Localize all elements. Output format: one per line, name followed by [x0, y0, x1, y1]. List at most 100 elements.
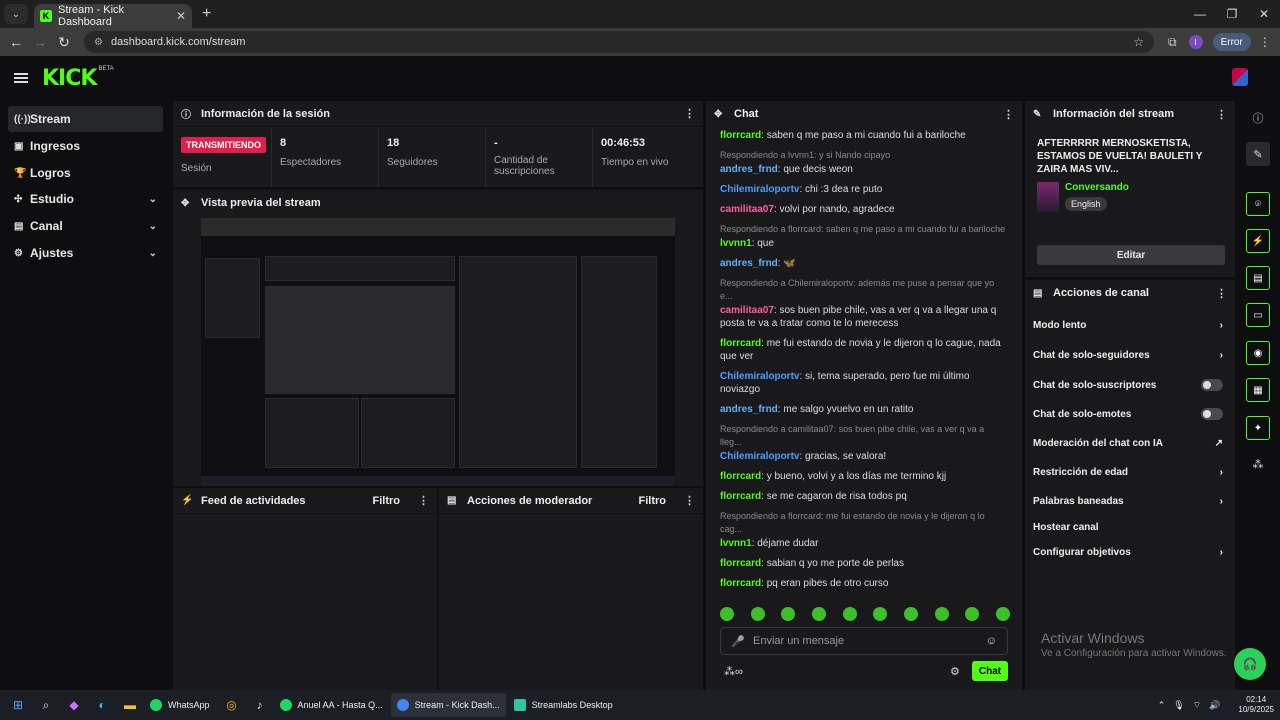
chat-message[interactable]: Chilemiraloportv: chi :3 dea re puto [720, 183, 1008, 196]
chat-message[interactable]: florrcard: y bueno, volvi y a los días m… [720, 470, 1008, 483]
panel-menu-icon[interactable]: ⋮ [1216, 287, 1227, 300]
address-bar[interactable]: ⚙ dashboard.kick.com/stream ☆ [84, 31, 1154, 53]
taskbar-streamlabs[interactable]: Streamlabs Desktop [508, 693, 619, 717]
panel-menu-icon[interactable]: ⋮ [1216, 108, 1227, 121]
chat-username[interactable]: lvvnn1 [720, 538, 752, 549]
slow-mode-item[interactable]: Modo lento › [1033, 320, 1223, 331]
restore-icon[interactable]: ❐ [1216, 7, 1248, 21]
category-name[interactable]: Conversando [1065, 182, 1129, 193]
tray-chevron-icon[interactable]: ⌃ [1158, 700, 1166, 711]
lightning-icon[interactable]: ⚡ [1246, 229, 1270, 253]
emote-icon[interactable] [811, 607, 826, 621]
wrench-icon[interactable]: ✦ [1246, 416, 1270, 440]
chat-message-list[interactable]: florrcard: saben q me paso a mi cuando f… [706, 127, 1022, 597]
chat-username[interactable]: lvvnn1 [720, 238, 752, 249]
panel-menu-icon[interactable]: ⋮ [684, 107, 695, 120]
chat-username[interactable]: florrcard [720, 130, 761, 141]
support-headset-icon[interactable]: 🎧 [1234, 648, 1266, 680]
new-tab-icon[interactable]: + [202, 5, 211, 23]
chat-message[interactable]: Respondiendo a camilitaa07: sos buen pib… [720, 423, 1008, 463]
extensions-icon[interactable]: ⧉ [1168, 35, 1177, 50]
filter-button[interactable]: Filtro [639, 495, 667, 507]
clock[interactable]: 02:14 10/9/2025 [1238, 695, 1274, 715]
kick-points-icon[interactable]: ⁂∞ [724, 665, 743, 678]
taskbar-whatsapp[interactable]: WhatsApp [144, 693, 216, 717]
emote-icon[interactable] [995, 607, 1010, 621]
chat-bubble-icon[interactable]: ▭ [1246, 303, 1270, 327]
emote-icon[interactable] [720, 607, 734, 621]
sidebar-item-stream[interactable]: ((·)) Stream [8, 106, 163, 132]
copilot-icon[interactable]: ◆ [60, 693, 88, 717]
hamburger-menu-icon[interactable] [14, 73, 28, 83]
chat-username[interactable]: andres_frnd [720, 164, 778, 175]
chat-message[interactable]: florrcard: saben q me paso a mi cuando f… [720, 129, 1008, 142]
back-icon[interactable]: ← [4, 34, 28, 50]
chat-message[interactable]: Respondiendo a florrcard: saben q me pas… [720, 223, 1008, 250]
sidebar-item-ingresos[interactable]: ▣ Ingresos [8, 133, 163, 159]
windows-start-icon[interactable]: ⊞ [4, 693, 32, 717]
error-button[interactable]: Error [1212, 33, 1251, 51]
emotes-only-toggle[interactable] [1201, 408, 1223, 420]
emote-icon[interactable] [873, 607, 888, 621]
chat-username[interactable]: camilitaa07 [720, 204, 774, 215]
chat-message[interactable]: Respondiendo a Chilemiraloportv: además … [720, 277, 1008, 330]
info-icon[interactable]: ⓘ [1246, 106, 1270, 130]
banned-words-item[interactable]: Palabras baneadas › [1033, 496, 1223, 507]
file-explorer-icon[interactable]: ▬ [116, 693, 144, 717]
document-icon[interactable]: ▤ [1246, 266, 1270, 290]
user-avatar[interactable] [1232, 68, 1248, 86]
browser-menu-icon[interactable]: ⋮ [1259, 35, 1271, 49]
close-window-icon[interactable]: ✕ [1248, 7, 1280, 21]
chat-message[interactable]: florrcard: pq eran pibes de otro curso [720, 577, 1008, 590]
emoji-icon[interactable]: ☺ [986, 635, 997, 647]
wifi-icon[interactable]: ⌔ [1193, 700, 1201, 711]
pencil-icon[interactable]: ✎ [1246, 142, 1270, 166]
filter-button[interactable]: Filtro [373, 495, 401, 507]
chat-message[interactable]: camilitaa07: volvi por nando, agradece [720, 203, 1008, 216]
emote-icon[interactable] [903, 607, 918, 621]
ai-moderation-item[interactable]: Moderación del chat con IA ↗ [1033, 438, 1223, 449]
emote-icon[interactable] [965, 607, 980, 621]
volume-icon[interactable]: 🔊 [1209, 700, 1220, 711]
chat-message[interactable]: andres_frnd: 🦋 [720, 257, 1008, 270]
panel-menu-icon[interactable]: ⋮ [1003, 108, 1014, 121]
edge-icon[interactable]: ◐ [88, 693, 116, 717]
chat-message[interactable]: florrcard: me fui estando de novia y le … [720, 337, 1008, 363]
taskbar-spotify[interactable]: Anuel AA - Hasta Q... [274, 693, 389, 717]
panel-menu-icon[interactable]: ⋮ [684, 494, 695, 507]
set-goals-item[interactable]: Configurar objetivos › [1033, 547, 1223, 558]
chat-username[interactable]: florrcard [720, 471, 761, 482]
chat-settings-icon[interactable]: ⚙ [950, 665, 960, 678]
forward-icon[interactable]: → [28, 34, 52, 50]
subscribers-only-toggle[interactable] [1201, 379, 1223, 391]
chat-message[interactable]: andres_frnd: me salgo yvuelvo en un rati… [720, 403, 1008, 416]
chat-username[interactable]: florrcard [720, 491, 761, 502]
emote-icon[interactable] [750, 607, 765, 621]
chat-message[interactable]: florrcard: sabian q yo me porte de perla… [720, 557, 1008, 570]
age-restriction-item[interactable]: Restricción de edad › [1033, 467, 1223, 478]
sidebar-item-canal[interactable]: ▤ Canal ⌄ [8, 213, 163, 239]
chat-username[interactable]: andres_frnd [720, 404, 778, 415]
chat-username[interactable]: florrcard [720, 338, 761, 349]
sidebar-item-estudio[interactable]: ✣ Estudio ⌄ [8, 186, 163, 212]
chat-message[interactable]: Respondiendo a florrcard: me fui estando… [720, 510, 1008, 550]
followers-only-item[interactable]: Chat de solo-seguidores › [1033, 350, 1223, 361]
chrome-icon[interactable]: ◎ [218, 693, 246, 717]
chat-username[interactable]: Chilemiraloportv [720, 371, 799, 382]
chat-username[interactable]: camilitaa07 [720, 305, 774, 316]
clip-icon[interactable]: ⌾ [1246, 192, 1270, 216]
send-chat-button[interactable]: Chat [972, 661, 1008, 681]
edit-stream-button[interactable]: Editar [1037, 245, 1225, 265]
stream-preview-video[interactable] [201, 218, 675, 486]
chat-input[interactable]: 🎤 Enviar un mensaje ☺ [720, 627, 1008, 655]
bookmark-star-icon[interactable]: ☆ [1133, 35, 1144, 49]
minimize-icon[interactable]: — [1184, 7, 1216, 21]
chat-message[interactable]: Respondiendo a lvvnn1: y si Nando cipayo… [720, 149, 1008, 176]
chat-username[interactable]: florrcard [720, 578, 761, 589]
search-icon[interactable]: ⌕ [32, 693, 60, 717]
site-info-icon[interactable]: ⚙ [94, 37, 103, 48]
emote-icon[interactable] [934, 607, 949, 621]
reload-icon[interactable]: ↻ [52, 34, 76, 51]
panel-menu-icon[interactable]: ⋮ [418, 494, 429, 507]
kick-points-icon[interactable]: ⁂ [1246, 452, 1270, 476]
